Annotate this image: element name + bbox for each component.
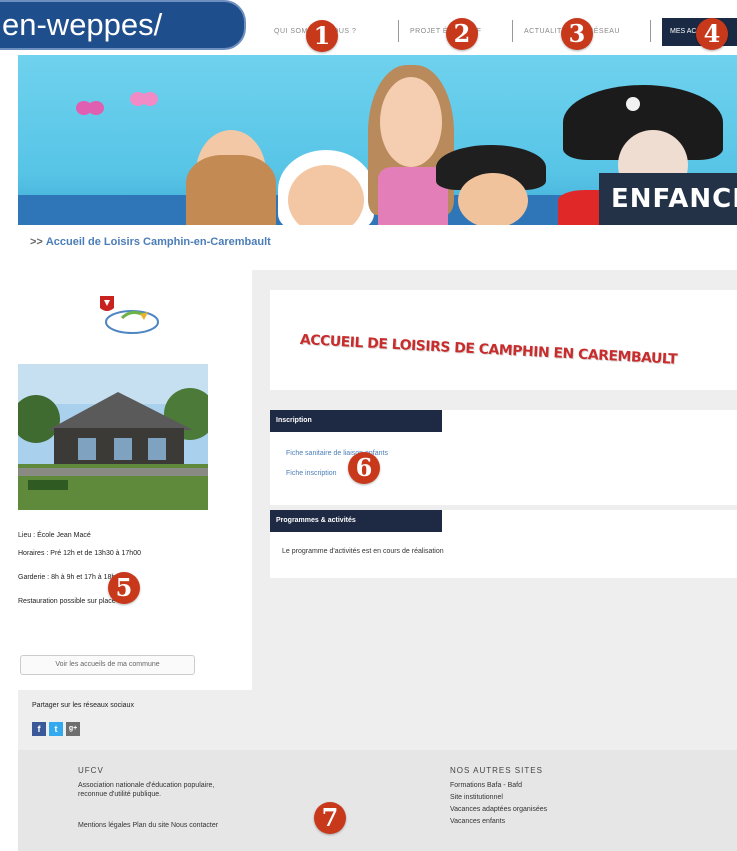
footer-org-desc-2: reconnue d'utilité publique. [78, 791, 162, 798]
footer-org-title: UFCV [78, 766, 104, 775]
inscription-heading: Inscription [270, 410, 442, 432]
footer-site-link[interactable]: Site institutionnel [450, 794, 503, 801]
programmes-section: Programmes & activités Le programme d'ac… [270, 510, 737, 578]
googleplus-icon[interactable]: g+ [66, 722, 80, 736]
footer-sites-title: NOS AUTRES SITES [450, 766, 543, 775]
inscription-section: Inscription Fiche sanitaire de liaison e… [270, 410, 737, 505]
building-photo [18, 364, 208, 510]
commune-logo [100, 296, 159, 334]
hero-banner: ENFANCE [18, 55, 737, 225]
footer-org-desc-1: Association nationale d'éducation popula… [78, 782, 215, 789]
center-location: Lieu : École Jean Macé [18, 532, 91, 539]
banner-label: ENFANCE [599, 173, 737, 225]
center-catering: Restauration possible sur place [18, 598, 116, 605]
site-footer: UFCV Association nationale d'éducation p… [18, 750, 737, 851]
center-hours: Horaires : Pré 12h et de 13h30 à 17h00 [18, 550, 141, 557]
url-fragment: en-weppes/ [0, 0, 246, 50]
page-title: ACCUEIL DE LOISIRS DE CAMPHIN EN CAREMBA… [299, 332, 678, 368]
breadcrumb-arrows: >> [30, 236, 43, 248]
nav-separator [512, 20, 513, 42]
share-label: Partager sur les réseaux sociaux [32, 702, 134, 709]
callout-badge-7: 7 [314, 802, 346, 834]
nav-separator [650, 20, 651, 42]
skull-icon [626, 97, 640, 111]
twitter-icon[interactable]: t [49, 722, 63, 736]
callout-badge-3: 3 [561, 18, 593, 50]
view-communes-button[interactable]: Voir les accueils de ma commune [20, 655, 195, 675]
main-content: ACCUEIL DE LOISIRS DE CAMPHIN EN CAREMBA… [252, 270, 737, 690]
child-face [458, 173, 528, 225]
nav-separator [398, 20, 399, 42]
footer-links[interactable]: Mentions légales Plan du site Nous conta… [78, 822, 218, 829]
breadcrumb: >> Accueil de Loisirs Camphin-en-Carembau… [30, 236, 271, 248]
callout-badge-6: 6 [348, 452, 380, 484]
top-navigation: QUI SOMMES-NOUS ? PROJET ÉDUCATIF ACTUAL… [270, 14, 737, 52]
child-hair [186, 155, 276, 225]
callout-badge-1: 1 [306, 20, 338, 52]
registration-form-link[interactable]: Fiche inscription [286, 470, 337, 477]
callout-badge-4: 4 [696, 18, 728, 50]
facebook-icon[interactable]: f [32, 722, 46, 736]
title-box: ACCUEIL DE LOISIRS DE CAMPHIN EN CAREMBA… [270, 290, 737, 390]
programmes-heading: Programmes & activités [270, 510, 442, 532]
footer-site-link[interactable]: Vacances enfants [450, 818, 505, 825]
child-face [380, 77, 442, 167]
callout-badge-5: 5 [108, 572, 140, 604]
breadcrumb-current[interactable]: Accueil de Loisirs Camphin-en-Carembault [46, 236, 271, 248]
footer-site-link[interactable]: Formations Bafa - Bafd [450, 782, 522, 789]
social-share-bar: Partager sur les réseaux sociaux f t g+ [18, 690, 737, 750]
center-daycare: Garderie : 8h à 9h et 17h à 18h [18, 574, 116, 581]
child-face [288, 165, 364, 225]
footer-site-link[interactable]: Vacances adaptées organisées [450, 806, 547, 813]
butterfly-icon [76, 101, 104, 115]
butterfly-icon [130, 92, 158, 106]
programmes-text: Le programme d'activités est en cours de… [282, 548, 444, 555]
callout-badge-2: 2 [446, 18, 478, 50]
center-info-sidebar: Lieu : École Jean Macé Horaires : Pré 12… [0, 270, 252, 690]
